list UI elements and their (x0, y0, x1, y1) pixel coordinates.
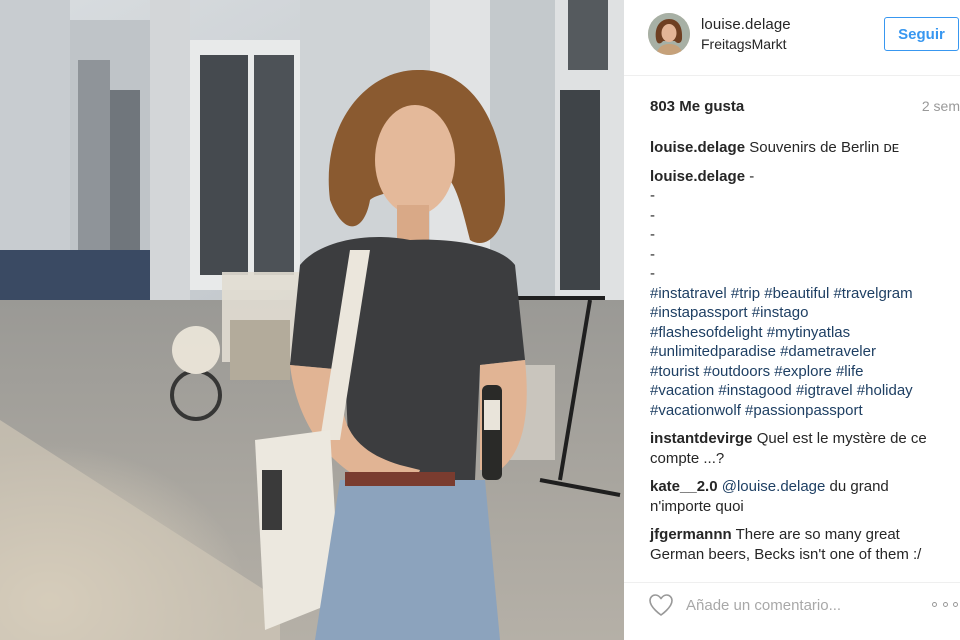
caption-comment: louise.delage Souvenirs de Berlin ᴅᴇ (650, 138, 950, 158)
likes-count[interactable]: 803 Me gusta (650, 98, 744, 115)
hashtag-line[interactable]: #tourist #outdoors #explore #life (650, 362, 950, 382)
avatar[interactable] (648, 13, 690, 55)
caption-dash: - (650, 206, 655, 224)
hashtag-line[interactable]: #vacationwolf #passionpassport (650, 401, 950, 421)
avatar-image (648, 13, 690, 55)
dot-icon (932, 601, 937, 607)
comment-author[interactable]: kate__2.0 (650, 478, 718, 495)
comments-list: louise.delage Souvenirs de Berlin ᴅᴇ lou… (650, 138, 950, 573)
comment-author[interactable]: instantdevirge (650, 430, 753, 447)
comment-author[interactable]: jfgermannn (650, 526, 732, 543)
hashtag-line[interactable]: #vacation #instagood #igtravel #holiday (650, 381, 950, 401)
post-header: louise.delage FreitagsMarkt Seguir (624, 0, 960, 76)
caption-dash: - (650, 245, 655, 263)
hashtag-line[interactable]: #instatravel #trip #beautiful #travelgra… (650, 284, 950, 304)
hashtag-line[interactable]: #flashesofdelight #mytinyatlas (650, 323, 950, 343)
post-details-panel: louise.delage FreitagsMarkt Seguir 803 M… (624, 0, 960, 640)
post-photo[interactable] (0, 0, 624, 640)
more-options-icon[interactable] (932, 594, 958, 614)
post-meta: 803 Me gusta 2 sem (650, 98, 960, 118)
follow-button[interactable]: Seguir (884, 17, 959, 51)
hashtag-line[interactable]: #unlimitedparadise #dametraveler (650, 342, 950, 362)
post-footer (624, 582, 960, 640)
hashtag-line[interactable]: #instapassport #instago (650, 303, 950, 323)
post-time[interactable]: 2 sem (922, 98, 960, 114)
comment-item: instantdevirge Quel est le mystère de ce… (650, 429, 950, 468)
comment-item: jfgermannn There are so many great Germa… (650, 525, 950, 564)
caption-dash: - (650, 187, 655, 204)
comment-input[interactable] (686, 593, 906, 617)
comment-item: kate__2.0 @louise.delage du grand n'impo… (650, 477, 950, 516)
post-username[interactable]: louise.delage (701, 16, 791, 33)
dot-icon (953, 601, 958, 607)
heart-icon[interactable] (648, 593, 674, 617)
comment-text: - (749, 167, 755, 185)
caption-dash: - (650, 265, 655, 282)
caption-comment: louise.delage - - - - - - #instatravel #… (650, 167, 950, 421)
photo-illustration (0, 0, 624, 640)
comment-author[interactable]: louise.delage (650, 139, 745, 156)
caption-dash: - (650, 226, 655, 243)
post-location[interactable]: FreitagsMarkt (701, 36, 787, 52)
comment-author[interactable]: louise.delage (650, 168, 745, 185)
comment-text: Souvenirs de Berlin ᴅᴇ (749, 139, 900, 156)
dot-icon (942, 601, 948, 607)
comment-mention[interactable]: @louise.delage (722, 478, 826, 495)
